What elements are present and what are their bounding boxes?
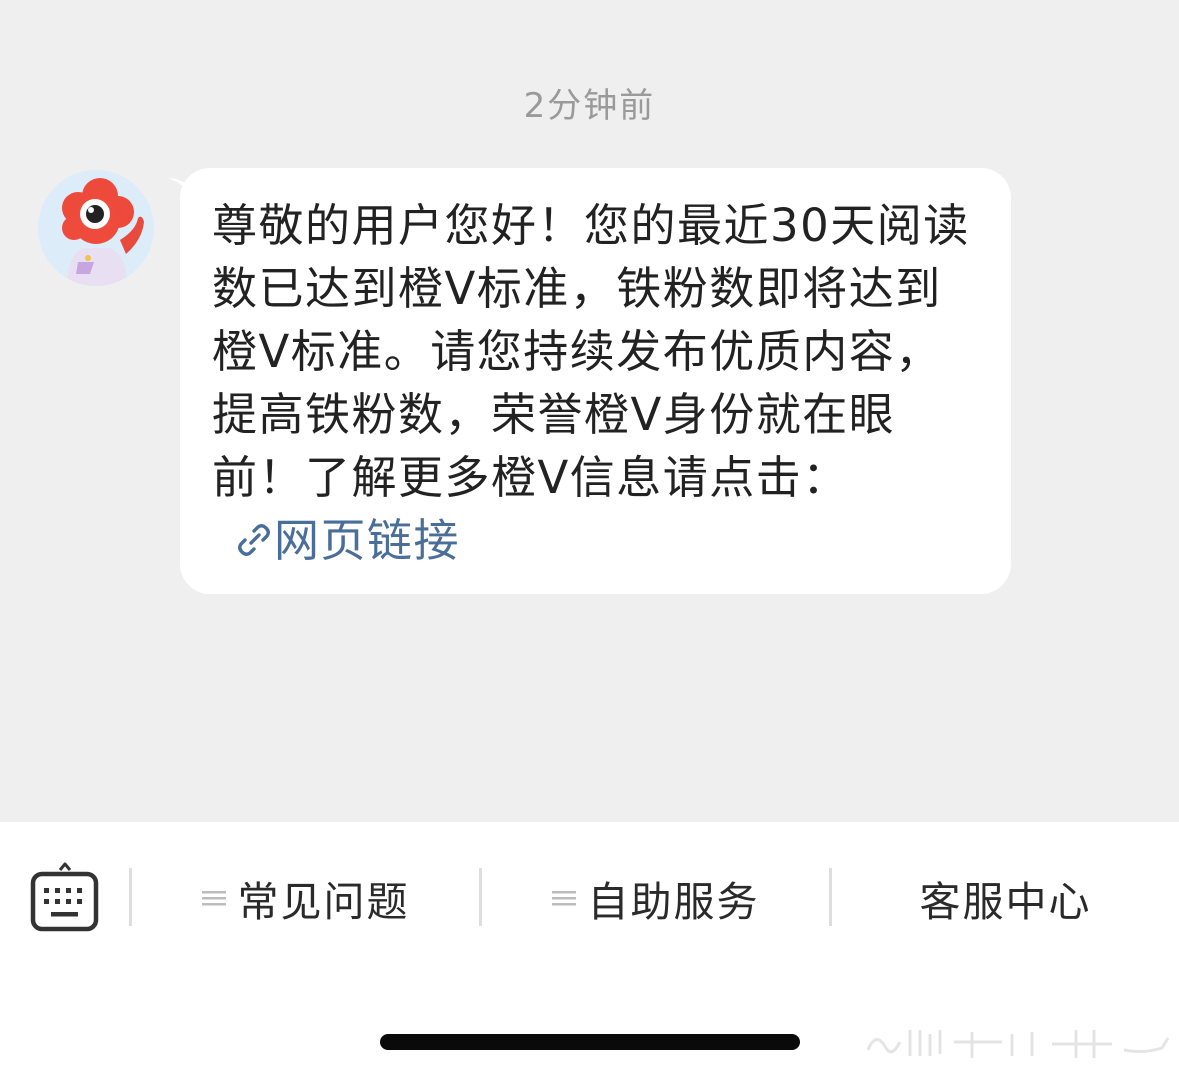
mascot-icon: [38, 170, 154, 286]
link-icon: [238, 524, 270, 556]
message-timestamp: 2分钟前: [523, 86, 656, 126]
menu-faq-label[interactable]: 常见问题: [238, 868, 410, 928]
chat-screen: 2分钟前 尊敬的用户您好！您的最近30天阅读数已达到橙V标准，铁粉数即将达到橙V…: [0, 0, 1179, 1074]
menu-faq-button[interactable]: 常见问题: [132, 868, 479, 928]
menu-self-service-label[interactable]: 自助服务: [588, 868, 760, 928]
web-link[interactable]: 网页链接: [212, 514, 460, 567]
message-bubble: 尊敬的用户您好！您的最近30天阅读数已达到橙V标准，铁粉数即将达到橙V标准。请您…: [180, 168, 1011, 594]
home-indicator[interactable]: [380, 1034, 800, 1050]
menu-self-service-button[interactable]: 自助服务: [482, 868, 829, 928]
watermark-signature: [866, 1030, 1170, 1058]
chat-area[interactable]: 2分钟前 尊敬的用户您好！您的最近30天阅读数已达到橙V标准，铁粉数即将达到橙V…: [0, 0, 1179, 822]
web-link-label[interactable]: 网页链接: [274, 514, 460, 567]
menu-lines-icon: [201, 891, 226, 906]
mascot-avatar[interactable]: [38, 170, 154, 286]
menu-lines-icon: [551, 891, 576, 906]
menu-customer-center-label[interactable]: 客服中心: [920, 868, 1092, 928]
keyboard-icon[interactable]: [30, 862, 100, 932]
message-body: 尊敬的用户您好！您的最近30天阅读数已达到橙V标准，铁粉数即将达到橙V标准。请您…: [212, 199, 970, 504]
menu-customer-center-button[interactable]: 客服中心: [832, 868, 1179, 928]
message-text: 尊敬的用户您好！您的最近30天阅读数已达到橙V标准，铁粉数即将达到橙V标准。请您…: [212, 194, 982, 572]
